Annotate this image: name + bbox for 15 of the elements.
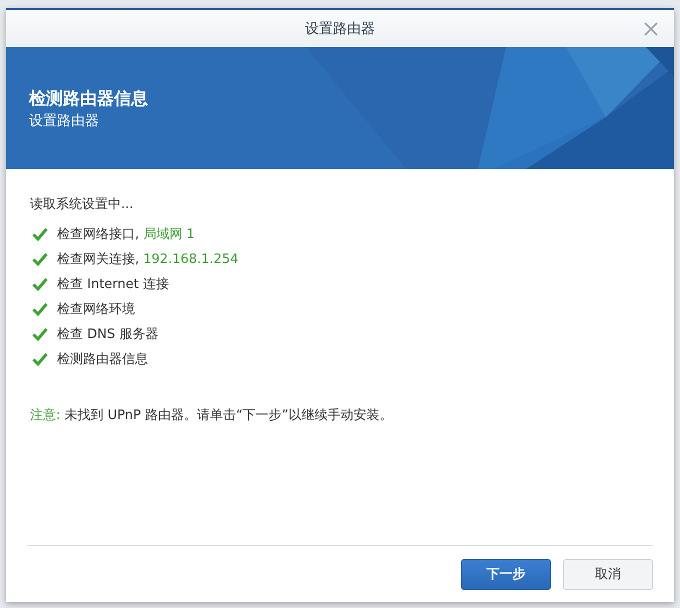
check-item-text: 检查 Internet 连接 [57,276,169,292]
check-item-text: 检测路由器信息 [57,350,148,368]
status-text: 读取系统设置中... [30,196,134,213]
check-item-text: 检查网关连接, 192.168.1.254 [57,250,238,268]
check-item-text: 检查网络环境 [57,300,135,318]
banner-subtitle: 设置路由器 [29,112,100,130]
check-item-text: 检查 DNS 服务器 [57,326,158,342]
cancel-button[interactable]: 取消 [563,558,653,590]
window-title: 设置路由器 [305,20,375,38]
next-button[interactable]: 下一步 [461,558,551,590]
close-button[interactable] [642,20,660,38]
banner-title: 检测路由器信息 [29,88,148,110]
note-text: 注意: 未找到 UPnP 路由器。请单击“下一步”以继续手动安装。 [30,407,394,424]
close-icon [644,22,658,36]
check-item-text: 检查网络接口, 局域网 1 [57,226,195,242]
